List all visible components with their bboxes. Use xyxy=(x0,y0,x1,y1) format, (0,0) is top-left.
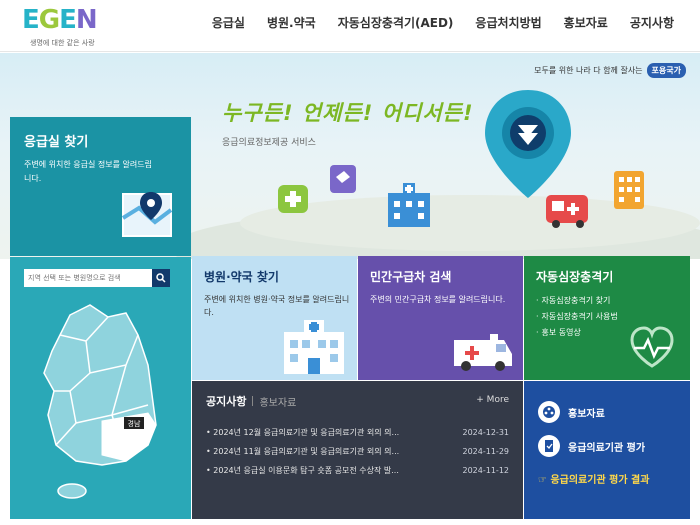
site-header: EGEN 생명에 대한 같은 사랑 응급실 병원.약국 자동심장충격기(AED)… xyxy=(0,0,700,52)
notice-row[interactable]: • 2024년 응급실 이용문화 탐구 숏폼 공모전 수상작 발... 2024… xyxy=(206,461,509,480)
notice-date: 2024-12-31 xyxy=(462,428,510,437)
site-logo[interactable]: EGEN 생명에 대한 같은 사랑 xyxy=(22,5,122,49)
aed-find-link[interactable]: 자동심장충격기 찾기 xyxy=(536,293,678,309)
notice-date: 2024-11-29 xyxy=(462,447,510,456)
hospital-icon xyxy=(388,183,430,227)
medicine-icon xyxy=(330,165,356,193)
aed-howto-link[interactable]: 자동심장충격기 사용법 xyxy=(536,309,678,325)
notice-row[interactable]: • 2024년 11월 응급의료기관 및 응급의료기관 외의 의... 2024… xyxy=(206,442,509,461)
er-finder-title: 응급실 찾기 xyxy=(24,135,89,150)
pointing-hand-icon: ☞ xyxy=(538,475,547,486)
tab-divider xyxy=(252,396,254,406)
korea-map-area: 경남 xyxy=(10,257,191,519)
map-pin-icon xyxy=(121,192,173,237)
hospital-pharmacy-card[interactable]: 병원·약국 찾기 주변에 위치한 병원·약국 정보를 알려드립니다. xyxy=(192,256,357,380)
aed-card-title: 자동심장충격기 xyxy=(536,270,614,284)
nav-first-aid[interactable]: 응급처치방법 xyxy=(475,14,541,31)
region-search-button[interactable] xyxy=(152,269,170,287)
building-icon xyxy=(614,171,644,209)
er-evaluation-result-link[interactable]: ☞ 응급의료기관 평가 결과 xyxy=(538,471,676,486)
er-evaluation-label: 응급의료기관 평가 xyxy=(568,442,646,454)
hospital-card-title: 병원·약국 찾기 xyxy=(204,270,279,284)
aed-card[interactable]: 자동심장충격기 자동심장충격기 찾기 자동심장충격기 사용법 홍보 동영상 xyxy=(524,256,690,380)
slogan-bar: 모두를 위한 나라 다 함께 잘사는 포용국가 xyxy=(534,63,686,78)
slogan-badge[interactable]: 포용국가 xyxy=(646,63,686,78)
quick-links-panel: 홍보자료 응급의료기관 평가 ☞ 응급의료기관 평가 결과 xyxy=(524,381,690,519)
tab-promo[interactable]: 홍보자료 xyxy=(259,394,296,409)
hero-title: 누구든! 언제든! 어디서든! xyxy=(222,101,474,125)
notice-board: 공지사항 홍보자료 + More • 2024년 12월 응급의료기관 및 응급… xyxy=(192,381,523,519)
er-finder-panel[interactable]: 응급실 찾기 주변에 위치한 응급실 정보를 알려드립니다. xyxy=(10,117,191,256)
region-search-input[interactable] xyxy=(24,269,152,287)
nav-promo[interactable]: 홍보자료 xyxy=(564,14,608,31)
document-check-icon xyxy=(538,435,560,457)
ambulance-card-title: 민간구급차 검색 xyxy=(370,270,452,284)
notice-title: • 2024년 12월 응급의료기관 및 응급의료기관 외의 의... xyxy=(206,428,400,437)
search-icon xyxy=(156,273,166,283)
hospital-card-desc: 주변에 위치한 병원·약국 정보를 알려드립니다. xyxy=(204,295,350,317)
hero-subtitle: 응급의료정보제공 서비스 xyxy=(222,138,316,148)
nav-er[interactable]: 응급실 xyxy=(212,14,245,31)
er-finder-desc: 주변에 위치한 응급실 정보를 알려드립니다. xyxy=(24,160,152,183)
promo-material-label: 홍보자료 xyxy=(568,408,605,420)
korea-map[interactable]: 경남 xyxy=(30,295,170,510)
notice-title: • 2024년 응급실 이용문화 탐구 숏폼 공모전 수상작 발... xyxy=(206,466,399,475)
er-evaluation-link[interactable]: 응급의료기관 평가 xyxy=(538,429,676,463)
main-nav: 응급실 병원.약국 자동심장충격기(AED) 응급처치방법 홍보자료 공지사항 xyxy=(212,14,674,31)
notice-more-link[interactable]: + More xyxy=(476,395,509,405)
pharmacy-icon xyxy=(278,185,308,213)
notice-tabs: 공지사항 홍보자료 xyxy=(206,393,509,409)
notice-row[interactable]: • 2024년 12월 응급의료기관 및 응급의료기관 외의 의... 2024… xyxy=(206,423,509,442)
nav-aed[interactable]: 자동심장충격기(AED) xyxy=(338,14,454,31)
nav-notice[interactable]: 공지사항 xyxy=(630,14,674,31)
hospital-building-icon xyxy=(284,320,344,374)
logo-wordmark: EGEN xyxy=(22,5,98,35)
region-label: 경남 xyxy=(128,419,141,428)
ambulance-card-desc: 주변의 민간구급차 정보를 알려드립니다. xyxy=(370,295,506,304)
nav-hospital-pharmacy[interactable]: 병원.약국 xyxy=(267,14,316,31)
logo-tagline: 생명에 대한 같은 사랑 xyxy=(30,39,95,47)
film-reel-icon xyxy=(538,401,560,423)
promo-material-link[interactable]: 홍보자료 xyxy=(538,395,676,429)
ambulance-icon xyxy=(454,334,512,371)
location-pin-icon xyxy=(485,90,571,198)
slogan-text: 모두를 위한 나라 다 함께 잘사는 xyxy=(534,66,643,75)
private-ambulance-card[interactable]: 민간구급차 검색 주변의 민간구급차 정보를 알려드립니다. xyxy=(358,256,523,380)
notice-title: • 2024년 11월 응급의료기관 및 응급의료기관 외의 의... xyxy=(206,447,400,456)
tab-notice[interactable]: 공지사항 xyxy=(206,393,246,409)
heart-pulse-icon xyxy=(630,326,674,368)
notice-date: 2024-11-12 xyxy=(462,466,510,475)
